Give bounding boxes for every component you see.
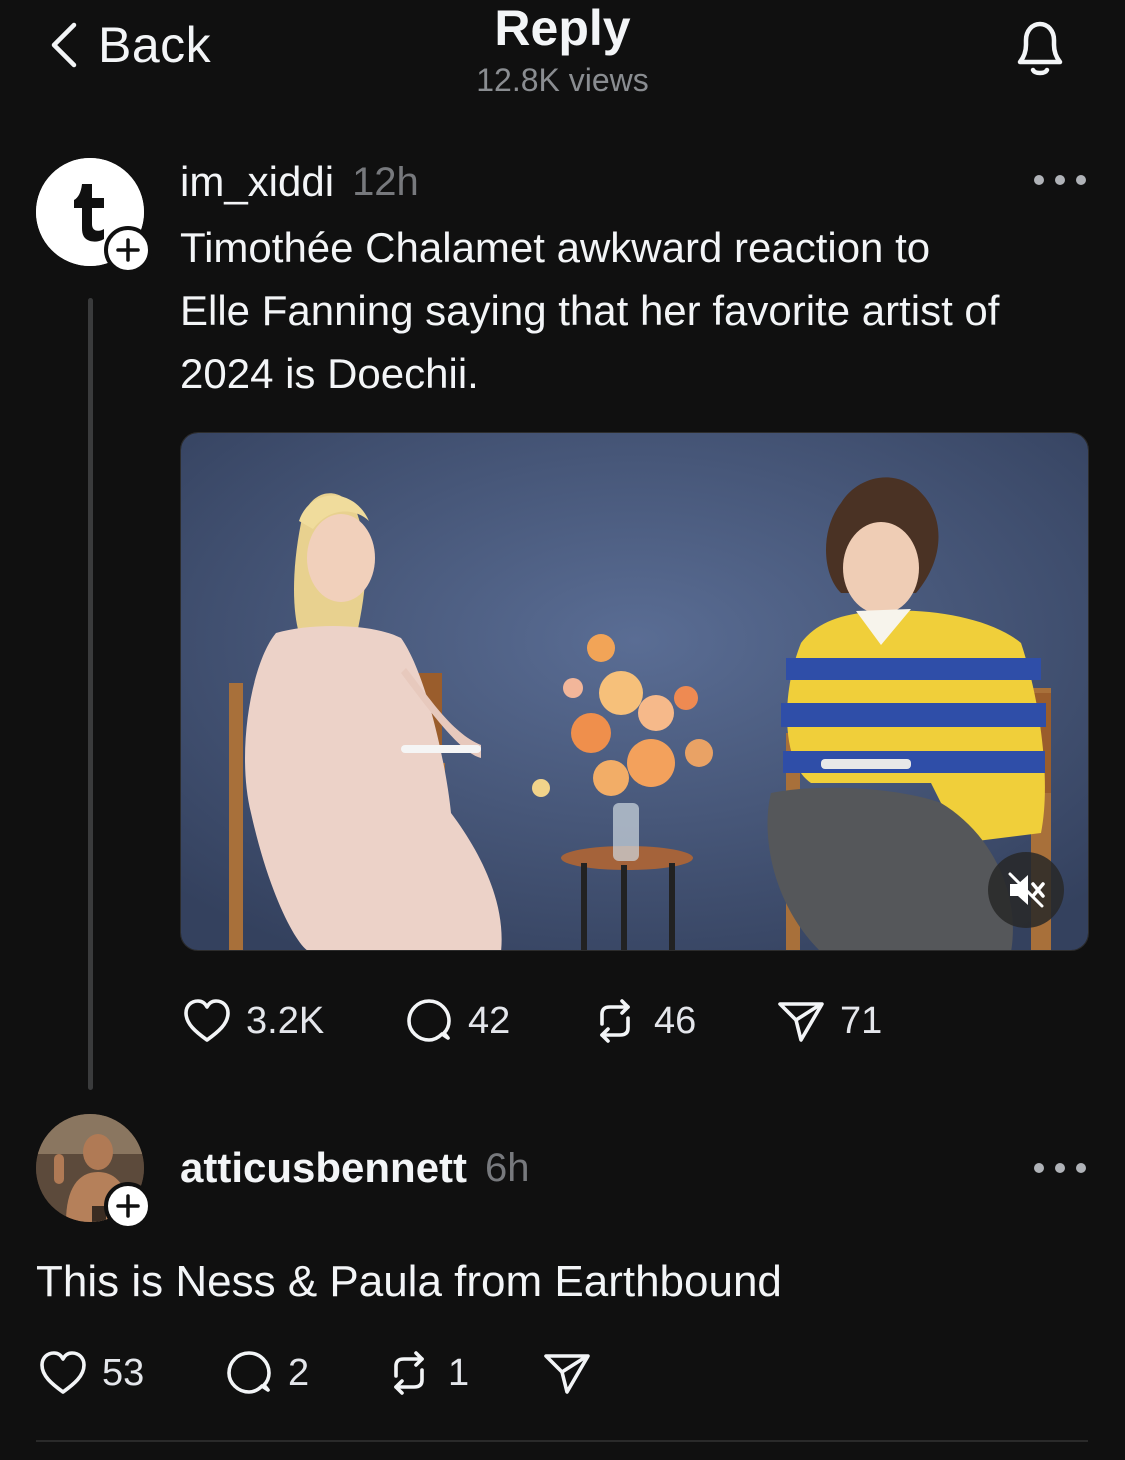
comment-count: 42 — [468, 999, 511, 1042]
reply-repost-count: 1 — [448, 1351, 470, 1394]
more-dot-icon — [1076, 175, 1086, 185]
post-video[interactable] — [180, 432, 1089, 951]
share-button[interactable]: 71 — [774, 994, 882, 1048]
more-dot-icon — [1055, 1163, 1065, 1173]
post-text-line: Timothée Chalamet awkward reaction to — [180, 224, 931, 271]
plus-icon — [116, 238, 140, 262]
more-dot-icon — [1034, 1163, 1044, 1173]
share-count: 71 — [840, 999, 883, 1042]
more-dot-icon — [1076, 1163, 1086, 1173]
repost-button[interactable]: 46 — [588, 994, 696, 1048]
like-button[interactable]: 3.2K — [180, 994, 324, 1048]
post-username[interactable]: im_xiddi — [180, 158, 334, 206]
post-text-line: Elle Fanning saying that her favorite ar… — [180, 287, 1000, 334]
like-count: 3.2K — [246, 999, 325, 1042]
page-header: Reply 12.8K views — [0, 0, 1125, 100]
reply-time: 6h — [485, 1145, 530, 1190]
post-meta: im_xiddi 12h — [180, 154, 419, 210]
muted-speaker-icon — [1008, 872, 1045, 908]
heart-icon — [40, 1351, 86, 1394]
page-title: Reply — [494, 0, 631, 56]
reply-like-button[interactable]: 53 — [36, 1346, 144, 1400]
repost-icon — [394, 1351, 424, 1395]
plus-icon — [116, 1194, 140, 1218]
reply-meta: atticusbennett 6h — [180, 1140, 530, 1196]
thread-line — [88, 298, 93, 1090]
reply-repost-button[interactable]: 1 — [382, 1346, 469, 1400]
heart-icon — [184, 999, 230, 1042]
video-frame — [181, 433, 1088, 950]
reply-text: This is Ness & Paula from Earthbound — [36, 1257, 782, 1306]
reply-follow-button[interactable] — [104, 1182, 152, 1230]
divider — [36, 1440, 1088, 1442]
send-icon — [544, 1354, 590, 1394]
post-text-line: 2024 is Doechii. — [180, 350, 479, 397]
reply-comment-count: 2 — [288, 1351, 310, 1394]
reply-like-count: 53 — [102, 1351, 145, 1394]
post-more-button[interactable] — [1034, 170, 1086, 190]
bell-icon — [1017, 21, 1063, 76]
comment-button[interactable]: 42 — [402, 994, 510, 1048]
view-count: 12.8K views — [476, 62, 649, 98]
comment-bubble-icon — [407, 999, 451, 1042]
follow-button[interactable] — [104, 226, 152, 274]
reply-more-button[interactable] — [1034, 1158, 1086, 1178]
reply-share-button[interactable] — [540, 1346, 594, 1400]
repost-icon — [600, 999, 630, 1043]
repost-count: 46 — [654, 999, 697, 1042]
more-dot-icon — [1055, 175, 1065, 185]
mute-button[interactable] — [988, 852, 1064, 928]
notification-button[interactable] — [1004, 12, 1076, 84]
post-time: 12h — [352, 159, 419, 204]
reply-comment-button[interactable]: 2 — [222, 1346, 309, 1400]
comment-bubble-icon — [227, 1351, 271, 1394]
reply-username[interactable]: atticusbennett — [180, 1144, 467, 1192]
post-text: Timothée Chalamet awkward reaction to El… — [180, 216, 1100, 405]
more-dot-icon — [1034, 175, 1044, 185]
send-icon — [778, 1002, 824, 1042]
